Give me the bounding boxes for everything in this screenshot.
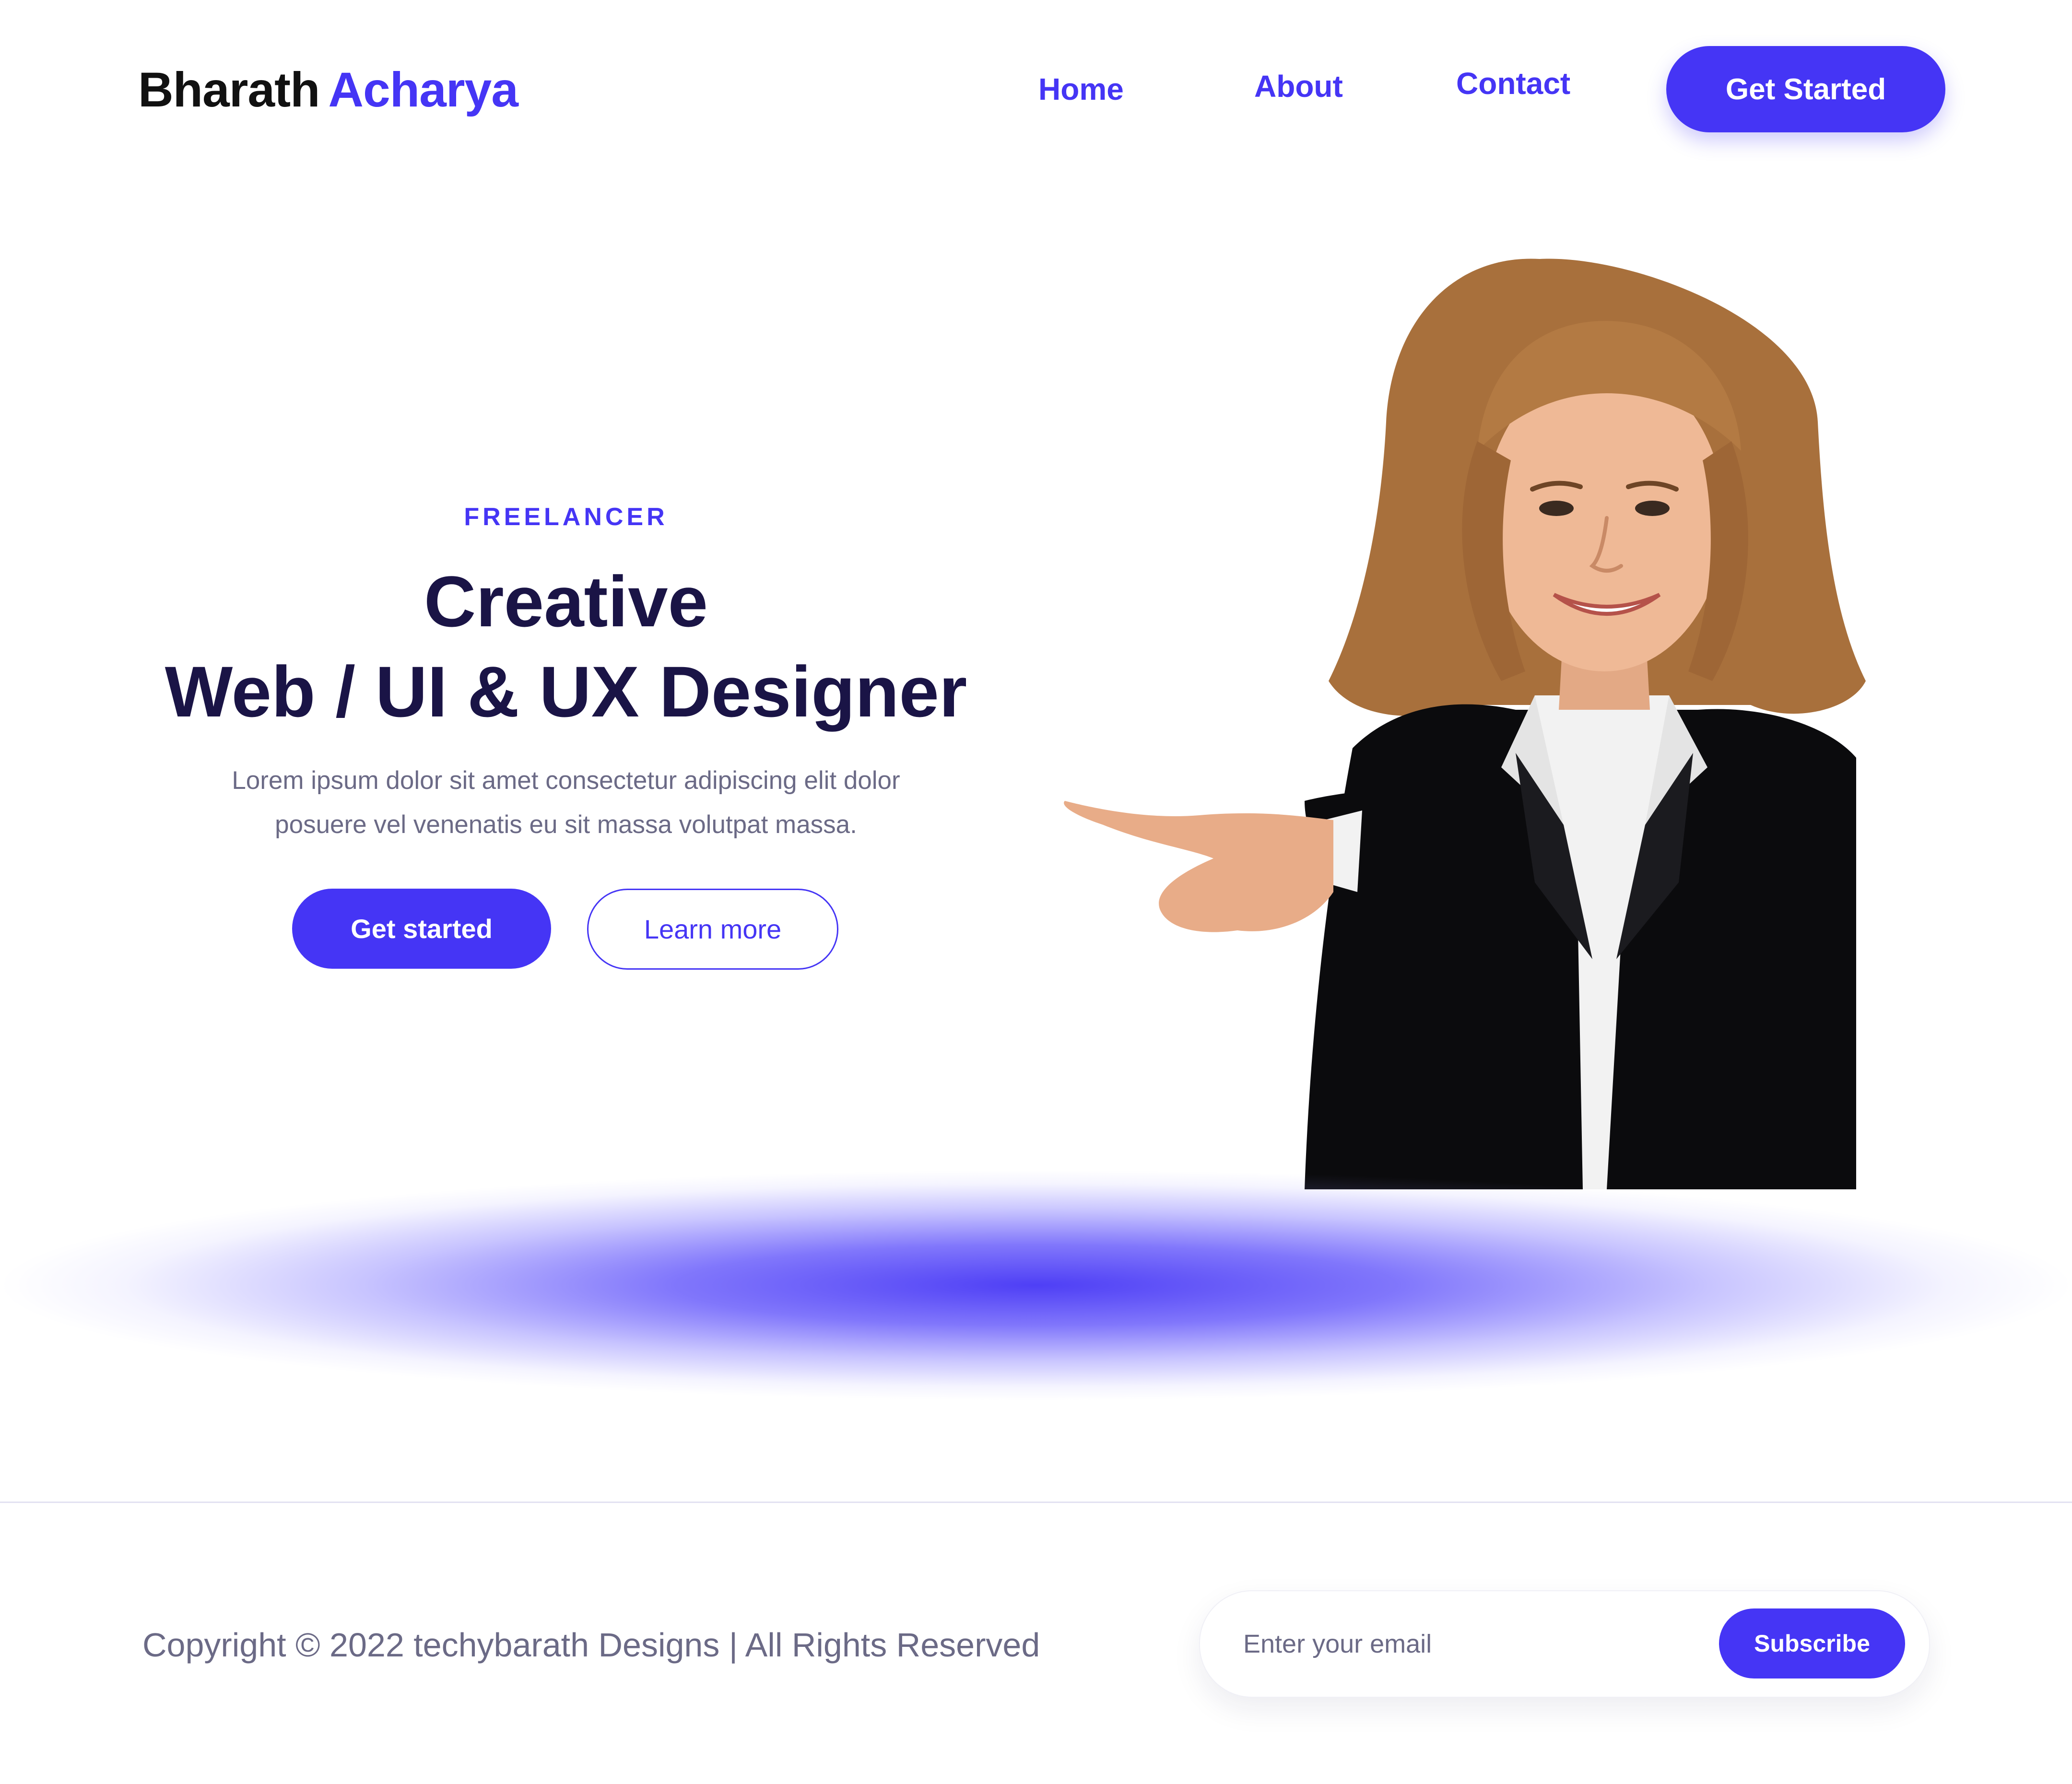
- brand-first-name: Bharath: [138, 62, 320, 117]
- hero-title-line-1: Creative: [424, 561, 708, 642]
- email-input[interactable]: [1243, 1610, 1675, 1678]
- newsletter-form: Subscribe: [1199, 1590, 1930, 1698]
- nav-home-link[interactable]: Home: [1038, 74, 1124, 105]
- nav-about-link[interactable]: About: [1254, 71, 1343, 102]
- nav-contact-link[interactable]: Contact: [1456, 68, 1570, 99]
- hero-description-line-1: Lorem ipsum dolor sit amet consectetur a…: [232, 766, 900, 795]
- hero-title-line-2: Web / UI & UX Designer: [165, 651, 967, 732]
- hero-title: Creative Web / UI & UX Designer: [144, 556, 988, 737]
- get-started-button[interactable]: Get started: [292, 889, 551, 969]
- brand-logo[interactable]: Bharath Acharya: [138, 54, 518, 126]
- copyright-text: Copyright © 2022 techybarath Designs | A…: [142, 1626, 1040, 1664]
- hero-description-line-2: posuere vel venenatis eu sit massa volut…: [275, 810, 857, 839]
- brand-last-name: Acharya: [328, 62, 518, 117]
- learn-more-button[interactable]: Learn more: [587, 889, 838, 970]
- hero-description: Lorem ipsum dolor sit amet consectetur a…: [158, 759, 974, 847]
- purple-glow-decoration: [0, 1170, 2072, 1400]
- hero-eyebrow: FREELANCER: [464, 503, 668, 531]
- get-started-header-button[interactable]: Get Started: [1666, 46, 1945, 132]
- hero-person-image: [1064, 258, 1866, 1189]
- subscribe-button[interactable]: Subscribe: [1719, 1608, 1905, 1678]
- footer-divider: [0, 1502, 2072, 1503]
